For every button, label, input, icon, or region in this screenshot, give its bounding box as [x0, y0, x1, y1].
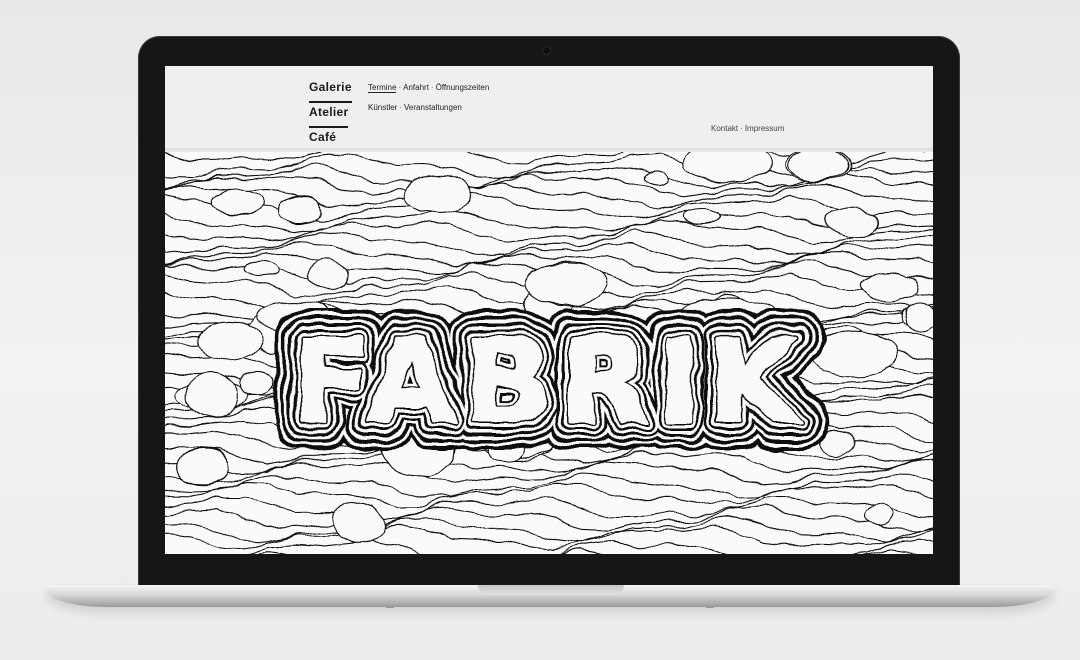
lid-opening-notch: [478, 585, 624, 595]
hero-contour-artwork: FABRIK FABRIK FABRIK FABRIK FABRIK FABRIK FABR…: [165, 152, 933, 554]
hero-word-stroke: FABRIK: [292, 315, 807, 450]
link-impressum[interactable]: Impressum: [745, 124, 785, 133]
contour-map-graphic: FABRIKFABRIKFABRIKFABRIKFABRIKFABRIKFABR…: [165, 152, 933, 554]
link-veranstaltungen[interactable]: Veranstaltungen: [404, 103, 462, 112]
link-termine[interactable]: Termine: [368, 83, 397, 93]
sub-nav-row-atelier: Künstler · Veranstaltungen: [368, 103, 462, 112]
site-header: Galerie Atelier Café Termine · Anfahrt · Öff…: [165, 66, 933, 153]
link-kontakt[interactable]: Kontakt: [711, 124, 738, 133]
nav-atelier[interactable]: Atelier: [309, 105, 349, 128]
laptop-lid: Galerie Atelier Café Termine · Anfahrt · Öff…: [138, 36, 960, 592]
hero-word-contours: FABRIKFABRIKFABRIKFABRIKFABRIKFABRIKFABR…: [264, 287, 827, 478]
link-anfahrt[interactable]: Anfahrt: [403, 83, 429, 92]
camera-icon: [543, 47, 550, 54]
link-oeffnungszeiten[interactable]: Öffnungszeiten: [436, 83, 490, 92]
meta-nav: Kontakt · Impressum: [711, 124, 785, 133]
main-nav: Galerie Atelier Café: [309, 80, 352, 153]
link-kuenstler[interactable]: Künstler: [368, 103, 397, 112]
nav-galerie[interactable]: Galerie: [309, 80, 352, 103]
laptop-base: [46, 585, 1054, 608]
screen: Galerie Atelier Café Termine · Anfahrt · Öff…: [165, 66, 933, 554]
sub-nav-row-galerie: Termine · Anfahrt · Öffnungszeiten: [368, 83, 490, 93]
sub-nav: Termine · Anfahrt · Öffnungszeiten Künstler ·…: [368, 82, 489, 122]
